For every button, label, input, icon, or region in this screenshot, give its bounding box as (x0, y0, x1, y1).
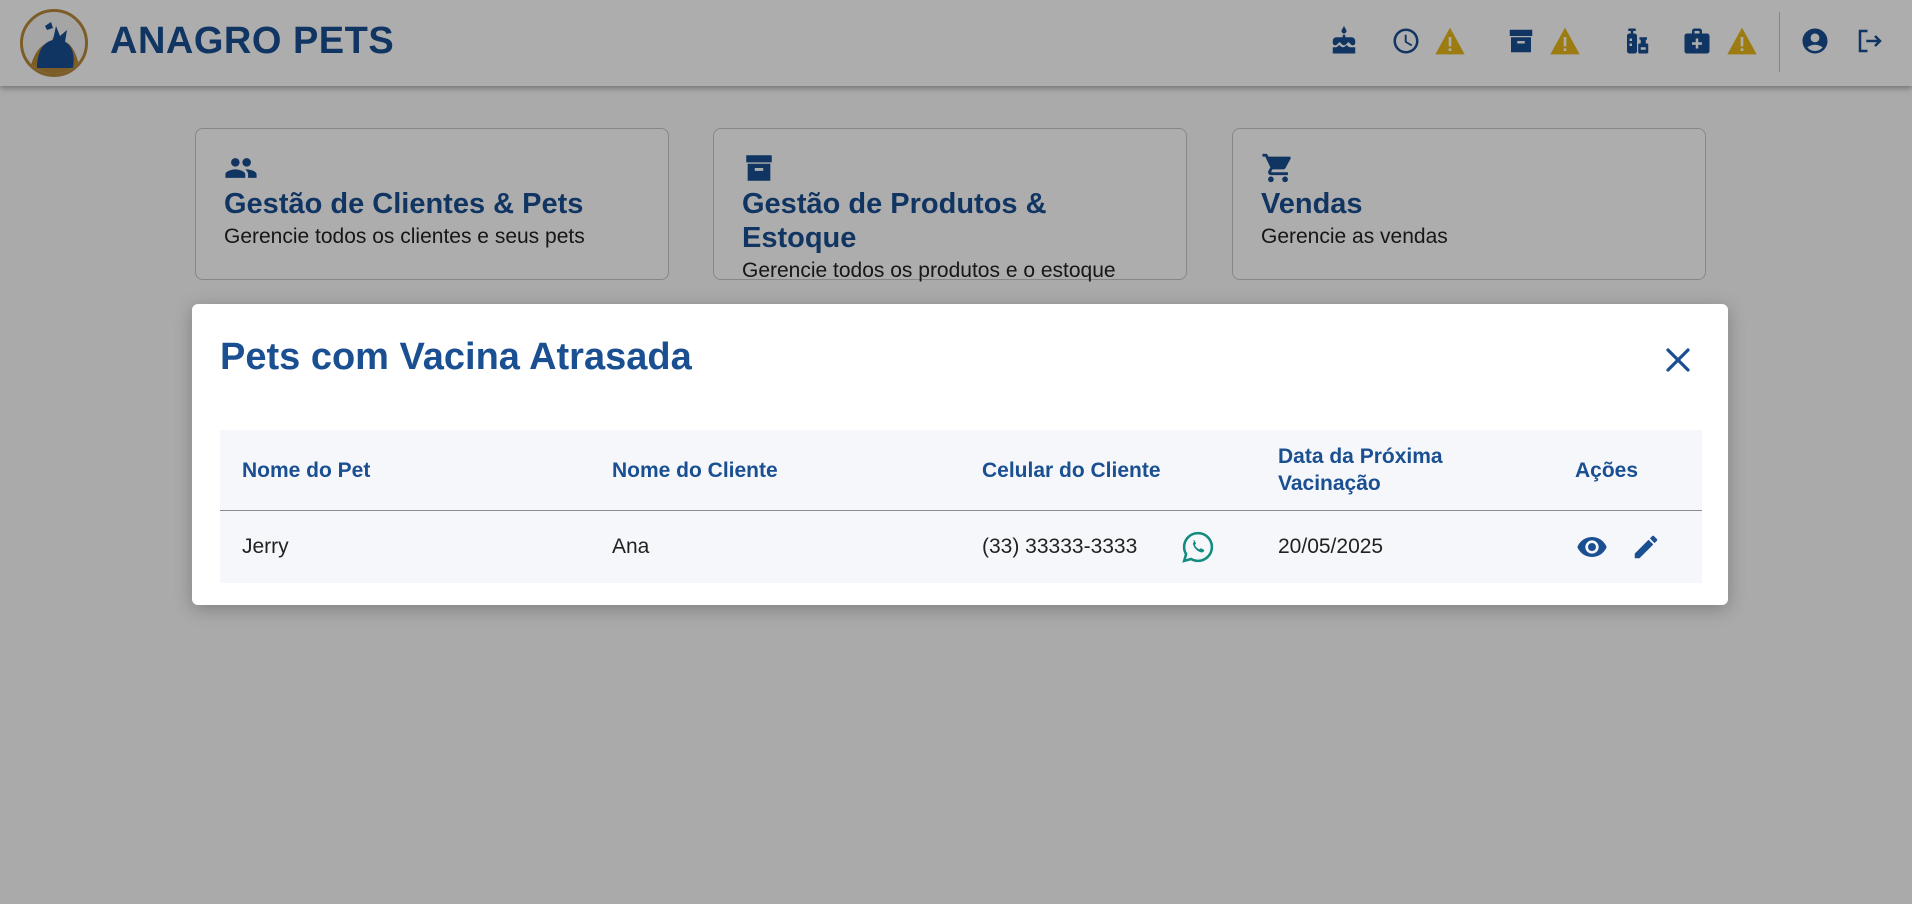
cell-client-phone: (33) 33333-3333 (982, 535, 1138, 558)
overdue-vaccine-modal: Pets com Vacina Atrasada Nome do Pet Nom… (192, 304, 1728, 605)
table-row: Jerry Ana (33) 33333-3333 20/05/2025 (220, 511, 1702, 583)
view-icon[interactable] (1574, 529, 1610, 565)
column-header-next-vaccination: Data da Próxima Vacinação (1278, 445, 1443, 495)
column-header-actions: Ações (1575, 459, 1639, 482)
modal-title: Pets com Vacina Atrasada (220, 336, 692, 378)
whatsapp-icon[interactable] (1180, 529, 1216, 565)
cell-client-name: Ana (612, 535, 650, 558)
close-icon (1666, 348, 1690, 372)
close-button[interactable] (1658, 340, 1698, 380)
column-header-client: Nome do Cliente (612, 459, 778, 482)
edit-icon[interactable] (1628, 529, 1664, 565)
cell-pet-name: Jerry (242, 535, 289, 558)
column-header-pet: Nome do Pet (242, 459, 371, 482)
table-header: Nome do Pet Nome do Cliente Celular do C… (220, 430, 1702, 511)
overdue-vaccine-table: Nome do Pet Nome do Cliente Celular do C… (220, 430, 1702, 583)
cell-next-vaccination: 20/05/2025 (1278, 535, 1384, 558)
column-header-phone: Celular do Cliente (982, 459, 1161, 482)
